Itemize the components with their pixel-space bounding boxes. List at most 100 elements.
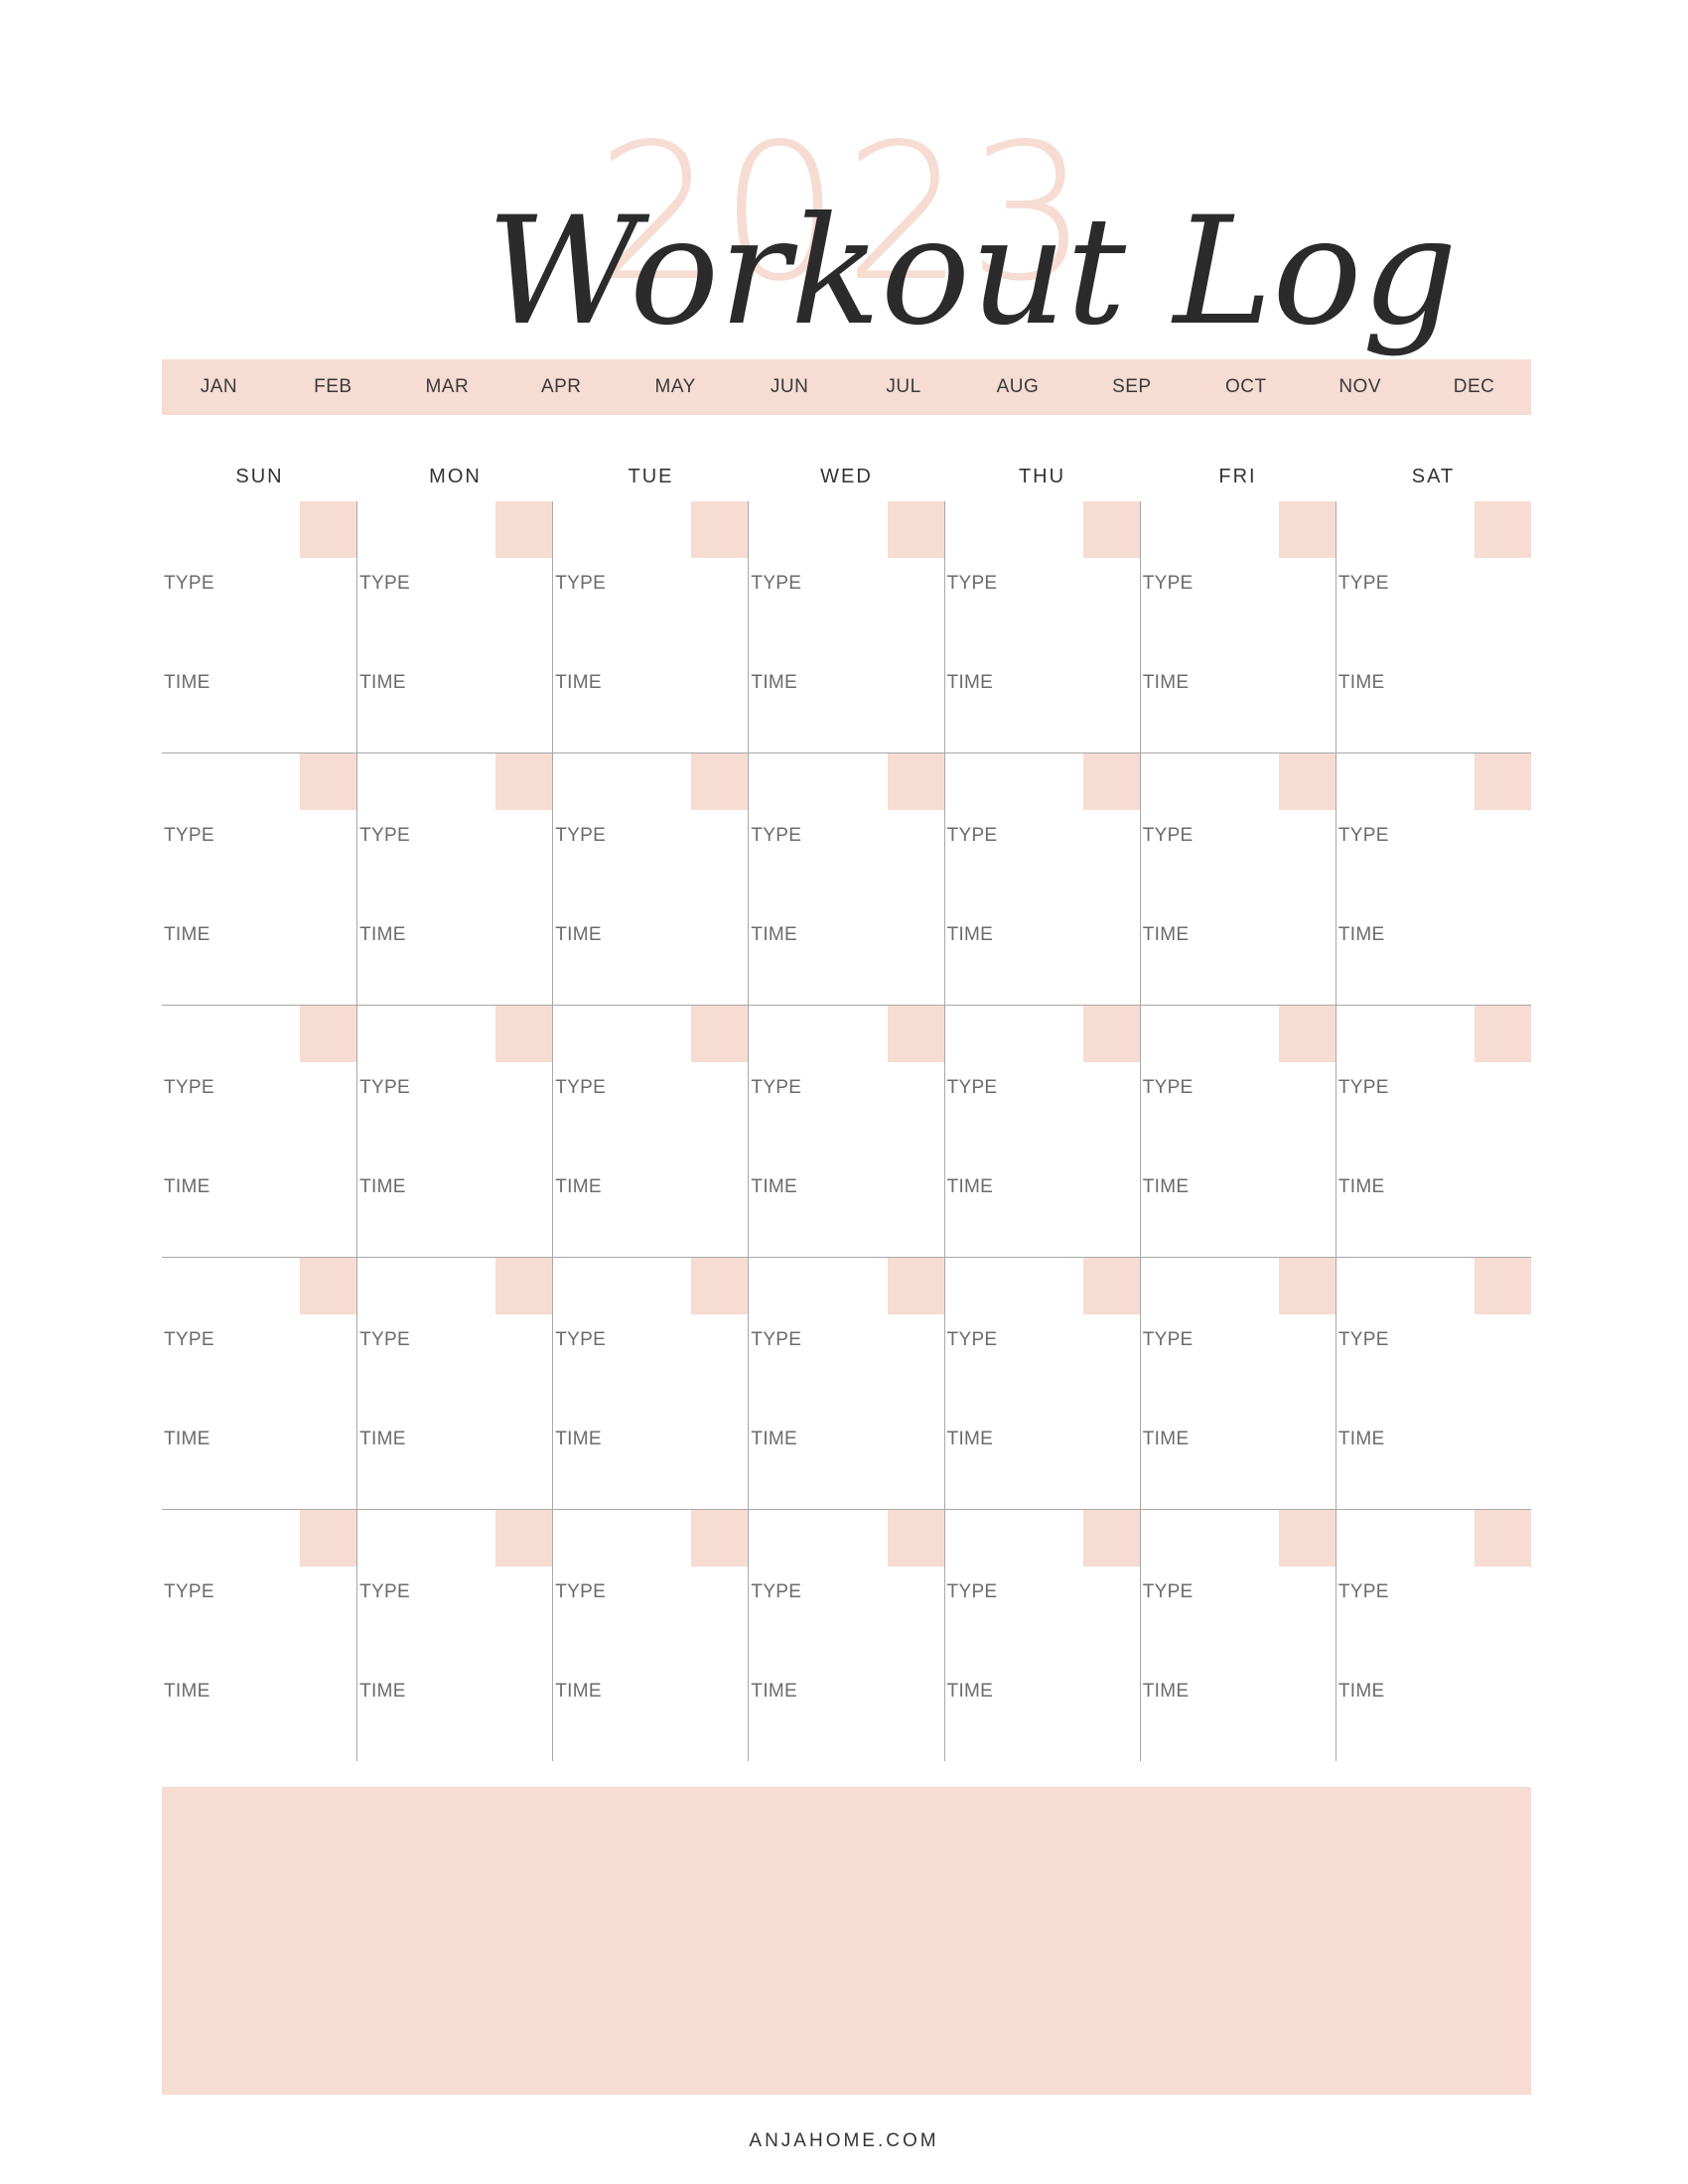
date-box[interactable] [300, 1510, 357, 1567]
date-box[interactable] [1278, 1006, 1336, 1062]
date-box[interactable] [1082, 1258, 1140, 1314]
day-cell[interactable]: TYPE TIME [1139, 501, 1336, 752]
date-box[interactable] [1082, 1510, 1140, 1567]
type-label: TYPE [164, 1329, 214, 1350]
day-cell[interactable]: TYPE TIME [162, 753, 357, 1005]
date-box[interactable] [300, 753, 357, 810]
day-cell[interactable]: TYPE TIME [356, 1510, 553, 1761]
type-label: TYPE [751, 1077, 802, 1098]
day-cell[interactable]: TYPE TIME [162, 501, 357, 752]
date-box[interactable] [495, 753, 553, 810]
day-cell[interactable]: TYPE TIME [356, 753, 553, 1005]
day-cell[interactable]: TYPE TIME [1335, 1006, 1531, 1257]
day-cell[interactable]: TYPE TIME [1335, 1510, 1531, 1761]
calendar-grid: TYPE TIME TYPE TIME TYPE TIME TYPE TIME TYPE TIME… [162, 501, 1531, 1761]
date-box[interactable] [1082, 753, 1140, 810]
day-cell[interactable]: TYPE TIME [552, 1258, 749, 1509]
date-box[interactable] [887, 501, 944, 558]
day-cell[interactable]: TYPE TIME [748, 1006, 944, 1257]
date-box[interactable] [495, 1258, 553, 1314]
date-box[interactable] [1278, 501, 1336, 558]
date-box[interactable] [495, 501, 553, 558]
day-cell[interactable]: TYPE TIME [1335, 501, 1531, 752]
date-box[interactable] [1278, 753, 1336, 810]
day-cell[interactable]: TYPE TIME [943, 1006, 1140, 1257]
month-tab-jun[interactable]: JUN [733, 359, 847, 415]
month-tab-nov[interactable]: NOV [1303, 359, 1417, 415]
day-cell[interactable]: TYPE TIME [1335, 753, 1531, 1005]
date-box[interactable] [1474, 1510, 1531, 1567]
time-label: TIME [1142, 1681, 1190, 1702]
day-cell[interactable]: TYPE TIME [943, 1258, 1140, 1509]
day-cell[interactable]: TYPE TIME [552, 753, 749, 1005]
month-tab-may[interactable]: MAY [619, 359, 733, 415]
date-box[interactable] [300, 1006, 357, 1062]
type-label: TYPE [1142, 1581, 1194, 1602]
date-box[interactable] [887, 1510, 944, 1567]
day-cell[interactable]: TYPE TIME [943, 753, 1140, 1005]
day-cell[interactable]: TYPE TIME [943, 501, 1140, 752]
type-label: TYPE [555, 1329, 607, 1350]
day-cell[interactable]: TYPE TIME [552, 1510, 749, 1761]
date-box[interactable] [691, 1006, 749, 1062]
day-cell[interactable]: TYPE TIME [356, 1006, 553, 1257]
date-box[interactable] [1474, 1006, 1531, 1062]
time-label: TIME [359, 924, 406, 945]
time-label: TIME [1142, 1176, 1190, 1197]
date-box[interactable] [691, 1510, 749, 1567]
time-label: TIME [555, 672, 602, 693]
day-cell[interactable]: TYPE TIME [1139, 753, 1336, 1005]
month-tab-aug[interactable]: AUG [960, 359, 1074, 415]
day-cell[interactable]: TYPE TIME [356, 1258, 553, 1509]
day-cell[interactable]: TYPE TIME [748, 1510, 944, 1761]
date-box[interactable] [1474, 501, 1531, 558]
day-cell[interactable]: TYPE TIME [552, 501, 749, 752]
time-label: TIME [359, 1681, 406, 1702]
day-cell[interactable]: TYPE TIME [162, 1258, 357, 1509]
month-tab-dec[interactable]: DEC [1417, 359, 1531, 415]
time-label: TIME [555, 924, 602, 945]
date-box[interactable] [495, 1510, 553, 1567]
date-box[interactable] [887, 1258, 944, 1314]
date-box[interactable] [1474, 1258, 1531, 1314]
day-cell[interactable]: TYPE TIME [1139, 1258, 1336, 1509]
month-tab-jul[interactable]: JUL [847, 359, 961, 415]
day-cell[interactable]: TYPE TIME [748, 753, 944, 1005]
day-cell[interactable]: TYPE TIME [162, 1006, 357, 1257]
month-tab-mar[interactable]: MAR [390, 359, 504, 415]
type-label: TYPE [1337, 825, 1389, 846]
day-cell[interactable]: TYPE TIME [748, 501, 944, 752]
date-box[interactable] [1278, 1510, 1336, 1567]
notes-box[interactable] [162, 1787, 1531, 2095]
day-cell[interactable]: TYPE TIME [1139, 1510, 1336, 1761]
time-label: TIME [946, 1429, 994, 1449]
date-box[interactable] [495, 1006, 553, 1062]
date-box[interactable] [1278, 1258, 1336, 1314]
time-label: TIME [751, 1176, 798, 1197]
day-cell[interactable]: TYPE TIME [1139, 1006, 1336, 1257]
date-box[interactable] [1082, 1006, 1140, 1062]
date-box[interactable] [691, 501, 749, 558]
month-tab-oct[interactable]: OCT [1189, 359, 1303, 415]
date-box[interactable] [887, 1006, 944, 1062]
day-cell[interactable]: TYPE TIME [943, 1510, 1140, 1761]
month-tab-feb[interactable]: FEB [276, 359, 390, 415]
time-label: TIME [164, 1681, 211, 1702]
date-box[interactable] [1082, 501, 1140, 558]
day-cell[interactable]: TYPE TIME [162, 1510, 357, 1761]
date-box[interactable] [691, 753, 749, 810]
day-cell[interactable]: TYPE TIME [748, 1258, 944, 1509]
week-row: TYPE TIME TYPE TIME TYPE TIME TYPE TIME TYPE TIME… [162, 501, 1531, 752]
date-box[interactable] [691, 1258, 749, 1314]
type-label: TYPE [946, 1077, 998, 1098]
date-box[interactable] [300, 501, 357, 558]
month-tab-apr[interactable]: APR [504, 359, 619, 415]
date-box[interactable] [887, 753, 944, 810]
day-cell[interactable]: TYPE TIME [552, 1006, 749, 1257]
day-cell[interactable]: TYPE TIME [1335, 1258, 1531, 1509]
month-tab-sep[interactable]: SEP [1074, 359, 1189, 415]
date-box[interactable] [1474, 753, 1531, 810]
date-box[interactable] [300, 1258, 357, 1314]
day-cell[interactable]: TYPE TIME [356, 501, 553, 752]
month-tab-jan[interactable]: JAN [162, 359, 276, 415]
